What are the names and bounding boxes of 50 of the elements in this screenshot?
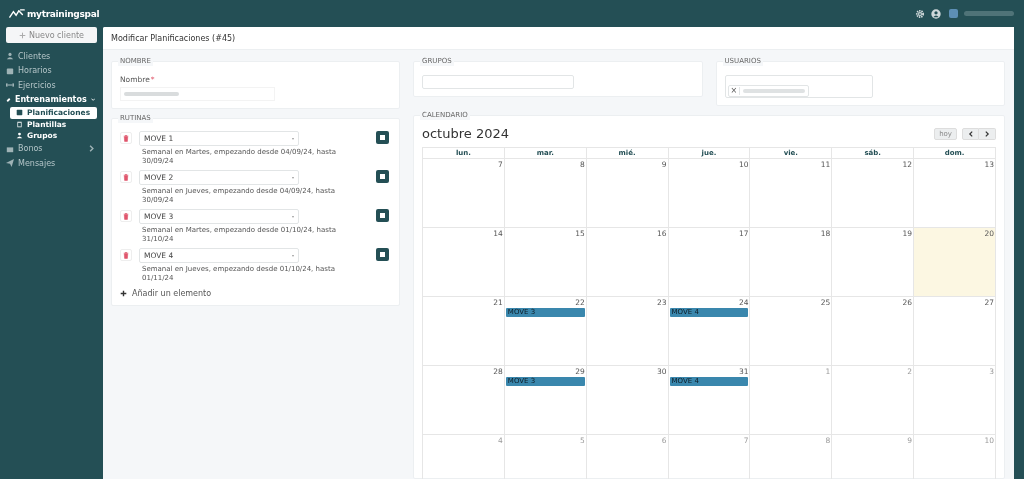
send-icon [6,159,14,168]
sidebar-item[interactable]: Entrenamientos [6,92,97,107]
next-button[interactable] [979,127,996,140]
user-icon[interactable] [931,8,941,19]
delete-button[interactable] [120,249,132,261]
square-icon [380,174,385,179]
square-button[interactable] [376,131,389,144]
square-button[interactable] [376,170,389,183]
add-item-link[interactable]: Añadir un elemento [120,289,212,298]
calendar-icon [6,66,14,75]
delete-button[interactable] [120,171,132,183]
square-button[interactable] [376,248,389,261]
previous-button[interactable] [962,127,979,140]
sidebar-item[interactable]: Horarios [6,63,97,78]
logo-text[interactable]: mytrainingspal [27,8,100,19]
users-icon [6,52,14,61]
chevron-right-icon [984,130,990,137]
page-title: Modificar Planificaciones (#45) [111,33,236,43]
sidebar-item[interactable]: Mensajes [6,156,97,171]
delete-button[interactable] [120,210,132,222]
trash-icon [123,134,129,142]
chevron-left-icon [967,130,974,137]
trash-icon [123,173,129,181]
calendar-title: octubre 2024 [422,126,509,141]
settings-icon[interactable] [915,8,925,19]
delete-button[interactable] [120,132,132,144]
trash-icon [123,251,129,259]
clipboard-icon [16,120,23,128]
plus-icon [120,290,127,297]
runner-logo-icon [8,8,26,19]
name-field[interactable] [120,87,275,101]
avatar-placeholder [949,9,958,18]
sidebar-item[interactable]: Clientes [6,49,97,64]
sidebar-item[interactable]: Bonos [6,141,97,156]
sidebar-item[interactable]: Ejercicios [6,78,97,93]
users-icon [16,132,23,140]
square-button[interactable] [376,209,389,222]
remove-button[interactable]: × [728,87,741,95]
redacted-text [743,89,806,93]
groups-field[interactable] [422,75,574,89]
square-icon [380,135,385,140]
square-icon [380,252,385,257]
square-icon [380,213,385,218]
plus-icon [18,31,26,39]
new-client-button[interactable]: Nuevo cliente [6,27,97,43]
calendar-icon [16,109,23,117]
trash-icon [123,212,129,220]
redacted-name [964,11,1014,16]
dumbbell-icon [6,81,14,90]
users-field[interactable]: × [724,75,873,98]
